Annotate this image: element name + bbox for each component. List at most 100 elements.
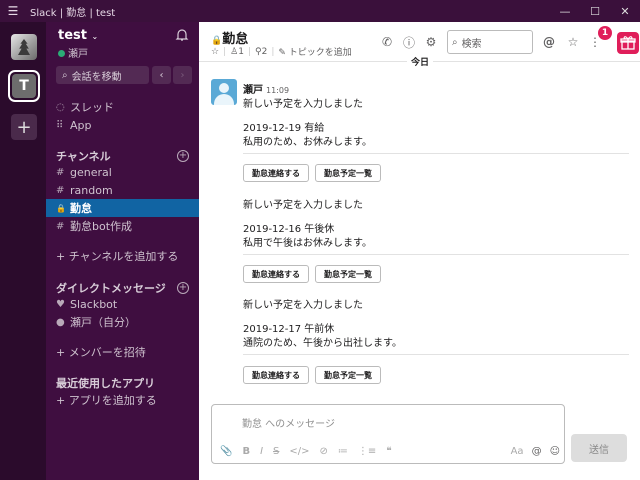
gear-icon[interactable]: ⚙ (423, 34, 439, 50)
sidebar-item-random[interactable]: # random (46, 181, 199, 199)
add-topic-link[interactable]: ✎ トピックを追加 (278, 45, 351, 58)
avatar[interactable] (211, 79, 237, 105)
star-icon[interactable]: ☆ (211, 47, 219, 57)
sidebar-item-label: Slackbot (70, 297, 118, 311)
block-divider (243, 153, 629, 154)
current-user-name: 瀬戸 (68, 49, 88, 60)
direct-messages-header[interactable]: ダイレクトメッセージ (56, 280, 166, 296)
separator: | (247, 46, 251, 57)
paperclip-icon[interactable]: 📎 (220, 446, 232, 457)
add-workspace-button[interactable]: + (11, 114, 37, 140)
message-intro: 新しい予定を入力しました (243, 300, 363, 311)
workspace-rail: T + (0, 22, 46, 480)
sidebar-item-label: general (70, 165, 112, 179)
emoji-icon[interactable]: ☺ (550, 446, 560, 457)
sidebar-item-kintai[interactable]: 🔒 勤怠 (46, 199, 199, 217)
jump-to-conversation[interactable]: ⌕ 会話を移動 (56, 66, 149, 84)
castle-icon (18, 39, 30, 55)
italic-icon[interactable]: I (260, 446, 263, 457)
jump-icon: ⌕ (62, 69, 68, 81)
bulleted-list-icon[interactable]: ⋮≡ (358, 446, 376, 457)
link-icon[interactable]: ⊘ (320, 446, 328, 457)
message-note: 私用のため、お休みします。 (243, 137, 372, 148)
sidebar-item-apps[interactable]: ⠿ App (46, 116, 199, 134)
threads-icon: ◌ (56, 101, 65, 113)
sidebar-item-label: スレッド (70, 101, 114, 114)
avatar-body (214, 94, 234, 105)
team-name[interactable]: test ⌄ (58, 28, 98, 43)
team-header[interactable]: test ⌄ 瀬戸 (46, 22, 199, 62)
bold-icon[interactable]: B (242, 446, 250, 457)
gift-glyph (620, 36, 636, 50)
window-title: Slack | 勤怠 | test (30, 7, 116, 19)
notification-badge: 1 (598, 26, 612, 40)
composer-right-tools: Aa @ ☺ (511, 446, 560, 457)
back-arrow-icon[interactable]: ‹ (152, 66, 171, 84)
sidebar-item-threads[interactable]: ◌ スレッド (46, 98, 199, 116)
message-date: 2019-12-19 有給 (243, 123, 325, 134)
lock-icon: 🔒 (56, 203, 66, 213)
sidebar: test ⌄ 瀬戸 ⌕ 会話を移動 ‹ › ◌ スレッド ⠿ App チャンネル + … (46, 22, 199, 480)
forward-arrow-icon[interactable]: › (173, 66, 192, 84)
formatting-toggle-icon[interactable]: Aa (511, 446, 524, 457)
message-composer[interactable]: 勤怠 へのメッセージ 📎 B I S </> ⊘ ≔ ⋮≡ ❝ Aa @ ☺ (211, 404, 565, 464)
mention-icon[interactable]: @ (541, 34, 557, 50)
workspace-icon-test[interactable]: T (8, 70, 40, 102)
message-note: 通院のため、午後から出社します。 (243, 338, 402, 349)
search-placeholder: 検索 (461, 38, 482, 50)
sidebar-item-slackbot[interactable]: ♥ Slackbot (46, 295, 199, 313)
quote-icon[interactable]: ❝ (386, 446, 391, 457)
member-count[interactable]: ♙1 (230, 47, 244, 57)
sidebar-item-label: 勤怠 (70, 202, 92, 215)
add-channel-link[interactable]: + チャンネルを追加する (46, 247, 199, 265)
search-icon: ⌕ (452, 36, 458, 48)
hash-icon: # (56, 166, 65, 178)
close-button[interactable]: ✕ (610, 5, 640, 18)
hamburger-menu-icon[interactable]: ☰ (0, 4, 26, 18)
code-icon[interactable]: </> (289, 446, 309, 457)
kintai-contact-button[interactable]: 勤怠連絡する (243, 164, 309, 182)
phone-icon[interactable]: ✆ (379, 34, 395, 50)
sidebar-item-label: 勤怠bot作成 (70, 220, 133, 233)
starred-icon[interactable]: ☆ (565, 34, 581, 50)
add-dm-plus-icon[interactable]: + (177, 282, 189, 294)
sidebar-item-general[interactable]: # general (46, 163, 199, 181)
gift-icon[interactable] (617, 32, 639, 54)
avatar-head (219, 83, 229, 93)
message-timestamp[interactable]: 11:09 (266, 86, 289, 95)
pin-count[interactable]: ⚲2 (255, 47, 267, 57)
composer-placeholder: 勤怠 へのメッセージ (242, 419, 335, 430)
workspace-icon-castle[interactable] (11, 34, 37, 60)
invite-members-link[interactable]: + メンバーを招待 (46, 343, 199, 361)
add-app-link[interactable]: + アプリを追加する (46, 391, 199, 409)
message-note: 私用で午後はお休みします。 (243, 238, 372, 249)
info-icon[interactable]: ⓘ (401, 34, 417, 50)
mention-icon[interactable]: @ (532, 446, 542, 457)
kintai-list-button[interactable]: 勤怠予定一覧 (315, 164, 381, 182)
kintai-contact-button[interactable]: 勤怠連絡する (243, 366, 309, 384)
composer-toolbar: 📎 B I S </> ⊘ ≔ ⋮≡ ❝ Aa @ ☺ (220, 443, 560, 459)
add-channel-plus-icon[interactable]: + (177, 150, 189, 162)
bell-icon[interactable] (175, 28, 189, 42)
chevron-down-icon: ⌄ (91, 32, 99, 41)
minimize-button[interactable]: — (550, 5, 580, 18)
sidebar-item-label: App (70, 118, 92, 132)
maximize-button[interactable]: ☐ (580, 5, 610, 18)
channel-view: 🔒勤怠 ☆ | ♙1 | ⚲2 | ✎ トピックを追加 ✆ ⓘ ⚙ ⌕ 検索 @ … (199, 22, 640, 480)
block-divider (243, 354, 629, 355)
message-intro: 新しい予定を入力しました (243, 99, 363, 110)
channels-header[interactable]: チャンネル (56, 148, 111, 164)
sidebar-item-kintai-bot[interactable]: # 勤怠bot作成 (46, 217, 199, 235)
channel-meta: ☆ | ♙1 | ⚲2 | ✎ トピックを追加 (211, 45, 352, 59)
strikethrough-icon[interactable]: S (273, 446, 279, 457)
channel-header: 🔒勤怠 ☆ | ♙1 | ⚲2 | ✎ トピックを追加 ✆ ⓘ ⚙ ⌕ 検索 @ … (199, 22, 640, 68)
kintai-list-button[interactable]: 勤怠予定一覧 (315, 366, 381, 384)
sidebar-item-self-dm[interactable]: ● 瀬戸（自分） (46, 313, 199, 331)
message-sender: 瀬戸 11:09 (243, 81, 289, 96)
ordered-list-icon[interactable]: ≔ (338, 446, 348, 457)
kintai-contact-button[interactable]: 勤怠連絡する (243, 265, 309, 283)
workspace-letter: T (12, 74, 36, 98)
kintai-list-button[interactable]: 勤怠予定一覧 (315, 265, 381, 283)
search-input[interactable]: ⌕ 検索 (447, 30, 533, 54)
send-button[interactable]: 送信 (571, 434, 627, 462)
